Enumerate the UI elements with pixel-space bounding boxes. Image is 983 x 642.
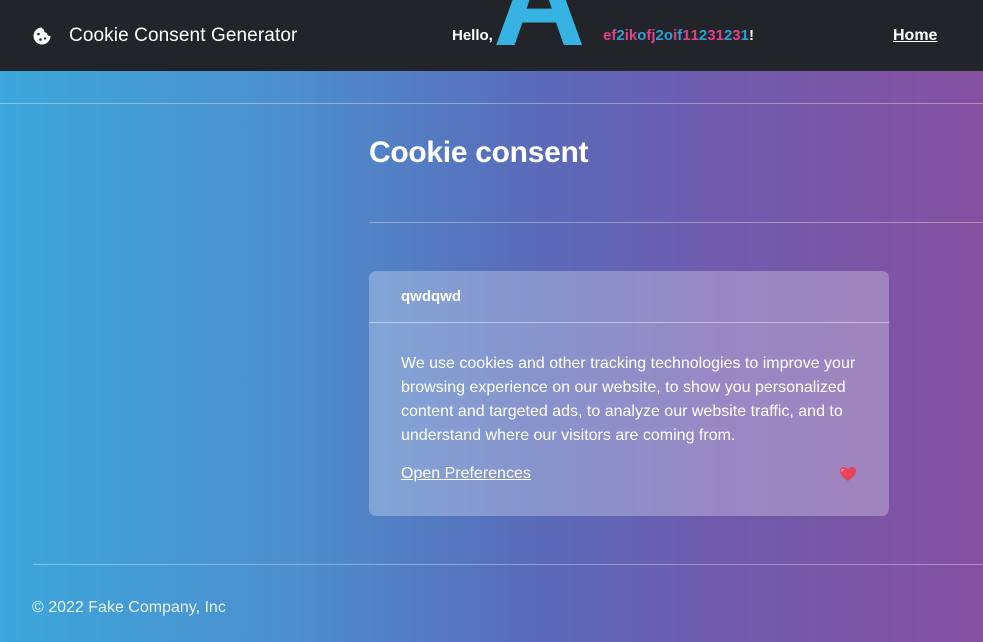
user-name-char: o <box>663 27 674 44</box>
card-body: We use cookies and other tracking techno… <box>369 323 889 483</box>
open-preferences-link[interactable]: Open Preferences <box>401 465 531 483</box>
user-name-char: 3 <box>707 27 716 44</box>
user-name-char: 1 <box>715 27 724 44</box>
divider-top <box>0 103 983 104</box>
cookie-icon <box>32 26 52 46</box>
top-navbar: Cookie Consent Generator Hello, A ef2iko… <box>0 0 983 71</box>
user-name-char: e <box>603 27 612 44</box>
copyright-text: © 2022 Fake Company, Inc <box>32 599 226 616</box>
user-name-char: o <box>637 27 647 44</box>
user-name-char: 2 <box>655 27 664 44</box>
home-link[interactable]: Home <box>893 0 937 71</box>
brand[interactable]: Cookie Consent Generator <box>32 0 297 71</box>
divider-title <box>369 222 983 223</box>
user-name-char: 2 <box>723 27 733 44</box>
card-header: qwdqwd <box>369 271 889 323</box>
divider-footer <box>33 564 983 565</box>
user-name-char: k <box>628 27 638 44</box>
card-footer: Open Preferences <box>401 465 857 483</box>
greeting-prefix: Hello, <box>452 27 493 44</box>
user-name-char: 3 <box>732 27 741 44</box>
user-name-char: 2 <box>698 27 708 44</box>
greeting-suffix: ! <box>748 27 754 44</box>
greeting-big-letter: A <box>493 0 585 66</box>
user-name-char: 1 <box>690 27 699 44</box>
consent-card: qwdqwd We use cookies and other tracking… <box>369 271 889 516</box>
brand-title: Cookie Consent Generator <box>69 24 298 46</box>
user-name-char: 1 <box>682 27 691 44</box>
user-name-char: 2 <box>616 27 625 44</box>
heart-icon <box>839 466 857 482</box>
consent-description: We use cookies and other tracking techno… <box>401 355 856 444</box>
user-name-char: 1 <box>740 27 749 44</box>
user-name: e f 2 i k o f j 2 o i f 1 1 2 3 1 2 3 1! <box>603 0 754 71</box>
page-title: Cookie consent <box>369 136 589 169</box>
